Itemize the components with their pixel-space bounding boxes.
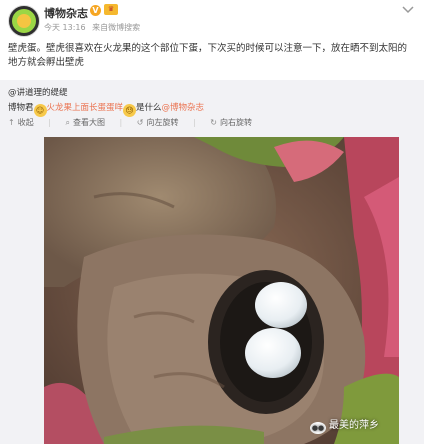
rotate-right-button[interactable]: ↻ 向右旋转 [210, 117, 252, 128]
repost-text: 博物君 ☺ 火龙果上面长蛋蛋咩 😓 是什么@博物杂志 [8, 101, 204, 117]
avatar[interactable] [8, 5, 40, 37]
post-meta: 今天 13:16 来自微博搜索 [44, 22, 140, 33]
post-source[interactable]: 微博搜索 [108, 23, 140, 32]
question-suffix: 是什么 [136, 103, 162, 113]
hashtag-link[interactable]: 火龙果上面长蛋蛋咩 [47, 103, 124, 113]
dragon-fruit-eggs-image [44, 137, 399, 444]
divider: | [193, 118, 196, 127]
divider: | [119, 118, 123, 127]
post-photo[interactable]: ●● 最美的萍乡 [44, 137, 399, 444]
mention-link[interactable]: @博物杂志 [162, 103, 205, 113]
username[interactable]: 博物杂志 [44, 5, 88, 21]
collapse-icon: ↑ [8, 118, 15, 127]
rotate-right-icon: ↻ [210, 118, 217, 127]
divider: | [48, 118, 51, 127]
wechat-icon: ●● [310, 422, 326, 434]
verified-badge-icon: V [90, 5, 101, 16]
source-prefix: 来自 [92, 23, 109, 32]
face-emoji-icon: ☺ [33, 104, 47, 117]
image-toolbar: ↑ 收起 | ⌕ 查看大图 | ↺ 向左旋转 | ↻ 向右旋转 [8, 117, 264, 131]
repost-block: @讲道理的缇缇 博物君 ☺ 火龙果上面长蛋蛋咩 😓 是什么@博物杂志 ↑ 收起 | ⌕ 查看… [0, 80, 424, 444]
rotate-left-button[interactable]: ↺ 向左旋转 [137, 117, 179, 128]
member-crown-icon: ♛ [104, 4, 118, 15]
rotate-left-icon: ↺ [136, 118, 144, 127]
collapse-button[interactable]: ↑ 收起 [8, 117, 34, 128]
post-text: 壁虎蛋。壁虎很喜欢在火龙果的这个部位下蛋，下次买的时候可以注意一下，放在晒不到太… [8, 43, 408, 68]
zoom-icon: ⌕ [65, 118, 70, 127]
chevron-down-icon[interactable] [402, 6, 414, 16]
post-time[interactable]: 今天 13:16 [44, 23, 86, 32]
sweat-emoji-icon: 😓 [123, 104, 137, 117]
post-header: 博物杂志 V ♛ 今天 13:16 来自微博搜索 [0, 0, 424, 40]
view-large-button[interactable]: ⌕ 查看大图 [66, 117, 105, 128]
repost-author[interactable]: @讲道理的缇缇 [8, 86, 68, 98]
mention-prefix: 博物君 [8, 103, 34, 113]
watermark: ●● 最美的萍乡 [310, 420, 379, 434]
